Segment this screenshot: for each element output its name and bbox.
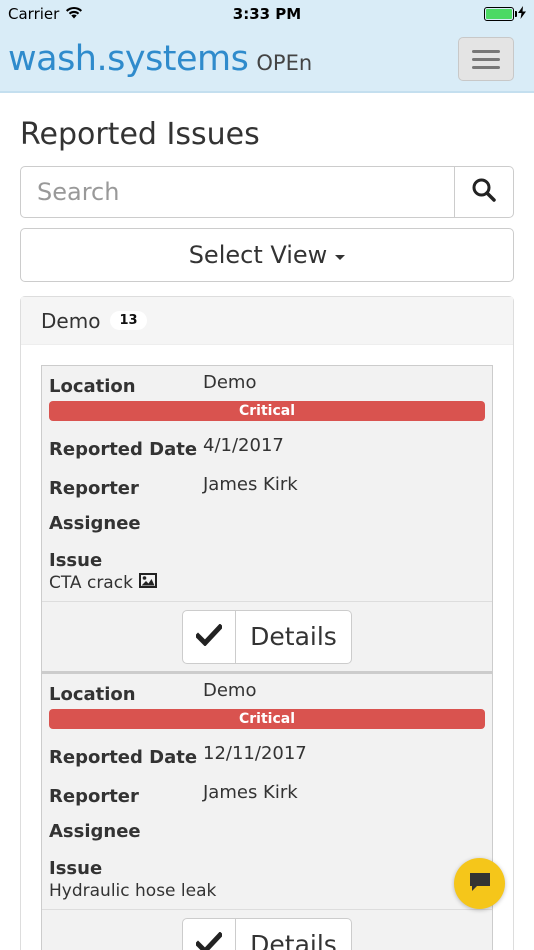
card-footer: Details <box>42 601 492 671</box>
reporter-label: Reporter <box>49 478 139 499</box>
checkmark-icon <box>194 930 224 950</box>
reporter-label: Reporter <box>49 786 139 807</box>
hamburger-icon <box>472 49 500 53</box>
reported-date-row: Reported Date 12/11/2017 <box>49 743 485 768</box>
reported-date-value: 12/11/2017 <box>203 743 307 764</box>
resolve-button[interactable] <box>182 609 237 664</box>
status-right <box>484 5 526 23</box>
card-actions: Details <box>182 917 352 950</box>
brand-name: wash.systems <box>8 39 249 79</box>
assignee-label: Assignee <box>49 821 141 842</box>
reporter-value: James Kirk <box>203 474 298 495</box>
panel-body: Location Demo Critical Reported Date 4/1… <box>21 345 513 950</box>
reporter-value: James Kirk <box>203 782 298 803</box>
caret-down-icon <box>335 254 346 260</box>
reported-date-label: Reported Date <box>49 439 198 460</box>
location-label: Location <box>49 376 136 397</box>
assignee-row: Assignee <box>49 821 485 842</box>
count-badge: 13 <box>110 311 147 330</box>
group-name: Demo <box>41 308 101 333</box>
issue-description: Hydraulic hose leak <box>49 881 485 901</box>
status-left: Carrier <box>8 5 83 23</box>
main-content: Reported Issues Select View Demo 13 L <box>0 117 534 950</box>
search-group <box>20 166 514 218</box>
chat-bubble-icon <box>468 871 492 897</box>
issue-text: Hydraulic hose leak <box>49 881 217 901</box>
status-bar: Carrier 3:33 PM <box>0 0 534 27</box>
select-view-dropdown[interactable]: Select View <box>20 228 514 282</box>
wifi-icon <box>65 5 83 23</box>
location-row: Location Demo <box>49 680 485 705</box>
issue-label: Issue <box>49 550 103 571</box>
reported-date-row: Reported Date 4/1/2017 <box>49 435 485 460</box>
menu-toggle-button[interactable] <box>458 37 514 81</box>
card-actions: Details <box>182 609 352 664</box>
issue-text: CTA crack <box>49 573 133 593</box>
battery-icon <box>484 6 517 21</box>
reported-date-value: 4/1/2017 <box>203 435 284 456</box>
checkmark-icon <box>194 622 224 650</box>
carrier-label: Carrier <box>8 4 60 23</box>
chat-button[interactable] <box>454 858 505 909</box>
issue-card: Location Demo Critical Reported Date 12/… <box>41 672 493 950</box>
reporter-row: Reporter James Kirk <box>49 782 485 807</box>
issue-card: Location Demo Critical Reported Date 4/1… <box>41 365 493 672</box>
priority-badge: Critical <box>49 401 485 421</box>
location-label: Location <box>49 684 136 705</box>
search-icon <box>471 177 497 207</box>
charging-bolt-icon <box>518 5 526 23</box>
reported-date-label: Reported Date <box>49 747 198 768</box>
page-title: Reported Issues <box>20 117 260 152</box>
priority-badge: Critical <box>49 709 485 729</box>
location-row: Location Demo <box>49 372 485 397</box>
brand-sub: OPEn <box>256 51 313 75</box>
location-value: Demo <box>203 372 257 393</box>
navbar: wash.systems OPEn <box>0 27 534 93</box>
issue-label: Issue <box>49 858 103 879</box>
group-heading[interactable]: Demo 13 <box>21 297 513 345</box>
location-value: Demo <box>203 680 257 701</box>
brand[interactable]: wash.systems OPEn <box>8 39 312 79</box>
assignee-row: Assignee <box>49 513 485 534</box>
card-footer: Details <box>42 909 492 950</box>
assignee-label: Assignee <box>49 513 141 534</box>
card-content: Location Demo Critical Reported Date 12/… <box>42 674 492 909</box>
search-button[interactable] <box>455 166 514 218</box>
search-input[interactable] <box>20 166 455 218</box>
group-panel: Demo 13 Location Demo Critical Reported … <box>20 296 514 950</box>
issue-description: CTA crack <box>49 573 485 593</box>
card-content: Location Demo Critical Reported Date 4/1… <box>42 366 492 601</box>
select-view-label: Select View <box>188 241 328 269</box>
details-button[interactable]: Details <box>236 609 352 664</box>
resolve-button[interactable] <box>182 917 237 950</box>
reporter-row: Reporter James Kirk <box>49 474 485 499</box>
details-button[interactable]: Details <box>236 917 352 950</box>
image-icon[interactable] <box>138 573 157 593</box>
